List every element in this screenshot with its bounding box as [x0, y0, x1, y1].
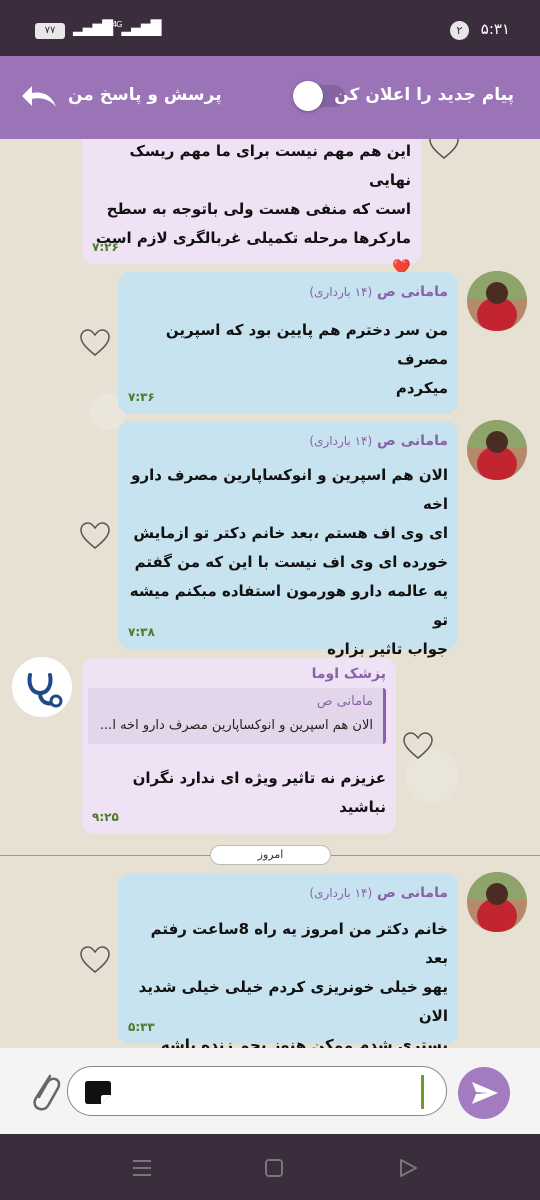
notification-badge: ۲: [450, 21, 469, 40]
message-line: الان هم اسپرین و انوکساپارین مصرف دارو ا…: [131, 466, 448, 513]
message-time: ۷:۳۶: [128, 390, 155, 404]
message-line: من سر دخترم هم پایین بود که اسپرین مصرف: [165, 321, 448, 368]
text-caret: [421, 1075, 424, 1109]
doctor-avatar[interactable]: [12, 657, 72, 717]
avatar-image: [467, 872, 527, 932]
sticker-icon[interactable]: [84, 1079, 112, 1105]
reply-sender: مامانی ص: [316, 694, 373, 709]
message-text: عزیزم نه تاثیر ویژه ای ندارد نگران نباشی…: [92, 764, 386, 822]
back-triangle-icon[interactable]: [396, 1156, 420, 1180]
reply-preview[interactable]: مامانی ص الان هم اسپرین و انوکساپارین مص…: [88, 688, 386, 744]
avatar[interactable]: [467, 271, 527, 331]
composer-bar: [0, 1048, 540, 1134]
date-divider: امروز: [210, 845, 331, 865]
avatar-image: [467, 271, 527, 331]
message-text: خانم دکتر من امروز یه راه 8ساعت رفتم بعد…: [128, 915, 448, 1048]
sender-label: مامانی ص: [377, 885, 448, 901]
recents-icon[interactable]: [130, 1156, 154, 1180]
message-text: من سر دخترم هم پایین بود که اسپرین مصرف …: [128, 316, 448, 403]
stethoscope-icon: [12, 657, 72, 717]
message-input[interactable]: [67, 1066, 447, 1116]
home-icon[interactable]: [262, 1156, 286, 1180]
status-time: ۵:۳۱: [480, 20, 510, 38]
message-line: این هم مهم نیست برای ما مهم ریسک نهایی: [129, 142, 411, 189]
message-bubble[interactable]: مامانی ص (۱۴ بارداری) من سر دخترم هم پای…: [118, 272, 458, 414]
send-icon: [472, 1082, 498, 1104]
sender-note: (۱۴ بارداری): [309, 285, 373, 299]
chat-area[interactable]: این هم مهم نیست برای ما مهم ریسک نهایی ا…: [0, 139, 540, 1048]
message-line: یهو خیلی خونریزی کردم خیلی خیلی شدید الا…: [138, 978, 448, 1025]
page-title: پرسش و پاسخ من: [68, 85, 222, 105]
sender-note: (۱۴ بارداری): [309, 886, 373, 900]
message-time: ۹:۲۵: [92, 810, 119, 824]
message-bubble[interactable]: مامانی ص (۱۴ بارداری) الان هم اسپرین و ا…: [118, 421, 458, 658]
heart-outline-icon[interactable]: [79, 945, 111, 975]
sender-name: مامانی ص (۱۴ بارداری): [309, 885, 448, 901]
message-time: ۷:۳۸: [128, 625, 155, 639]
undo-arrow-icon[interactable]: [20, 81, 60, 113]
notify-label: پیام جدید را اعلان کن: [334, 85, 514, 105]
heart-outline-icon[interactable]: [402, 731, 434, 761]
avatar[interactable]: [467, 872, 527, 932]
message-line: خورده ای وی اف نیست با این که من گفتم: [134, 553, 448, 571]
sender-label: مامانی ص: [377, 433, 448, 449]
system-nav-bar: [0, 1134, 540, 1200]
message-line: بستری شدم ممکن هنوز بچم زنده باشه: [160, 1036, 448, 1048]
sender-name: پزشک اوما: [311, 666, 386, 682]
paperclip-icon[interactable]: [28, 1068, 62, 1114]
sender-label: مامانی ص: [377, 284, 448, 300]
message-bubble[interactable]: پزشک اوما مامانی ص الان هم اسپرین و انوک…: [82, 658, 396, 834]
sender-name: مامانی ص (۱۴ بارداری): [309, 433, 448, 449]
status-bar: ۷۷ ▂▄▆█4G▂▄▆█ ۲ ۵:۳۱: [0, 0, 540, 56]
reply-text: الان هم اسپرین و انوکساپارین مصرف دارو ا…: [99, 718, 373, 733]
send-button[interactable]: [458, 1067, 510, 1119]
message-line: است که منفی هست ولی باتوجه به سطح: [106, 200, 411, 218]
message-time: ۷:۲۶: [92, 240, 119, 254]
heart-outline-icon[interactable]: [79, 521, 111, 551]
sender-note: (۱۴ بارداری): [309, 434, 373, 448]
toggle-knob: [293, 81, 323, 111]
signal-icon: ▂▄▆█4G▂▄▆█: [73, 20, 161, 37]
sender-name: مامانی ص (۱۴ بارداری): [309, 284, 448, 300]
message-bubble[interactable]: این هم مهم نیست برای ما مهم ریسک نهایی ا…: [82, 139, 421, 276]
message-line: خانم دکتر من امروز یه راه 8ساعت رفتم بعد: [150, 920, 448, 967]
message-text: الان هم اسپرین و انوکساپارین مصرف دارو ا…: [128, 461, 448, 664]
message-line: عزیزم نه تاثیر ویژه ای ندارد نگران نباشی…: [132, 769, 386, 816]
heart-outline-icon[interactable]: [428, 139, 460, 161]
message-text: این هم مهم نیست برای ما مهم ریسک نهایی ا…: [93, 139, 411, 282]
message-bubble[interactable]: مامانی ص (۱۴ بارداری) خانم دکتر من امروز…: [118, 873, 458, 1048]
avatar-image: [467, 420, 527, 480]
chat-header: پرسش و پاسخ من پیام جدید را اعلان کن: [0, 56, 540, 139]
battery-indicator: ۷۷: [35, 23, 65, 39]
heart-outline-icon[interactable]: [79, 328, 111, 358]
message-line: میکردم: [395, 379, 448, 397]
message-line: یه عالمه دارو هورمون استفاده مبکنم میشه …: [129, 582, 448, 629]
message-line: ای وی اف هستم ،بعد خانم دکتر تو ازمایش: [133, 524, 448, 542]
avatar[interactable]: [467, 420, 527, 480]
network-type: 4G: [112, 20, 122, 29]
message-time: ۵:۳۳: [128, 1020, 155, 1034]
